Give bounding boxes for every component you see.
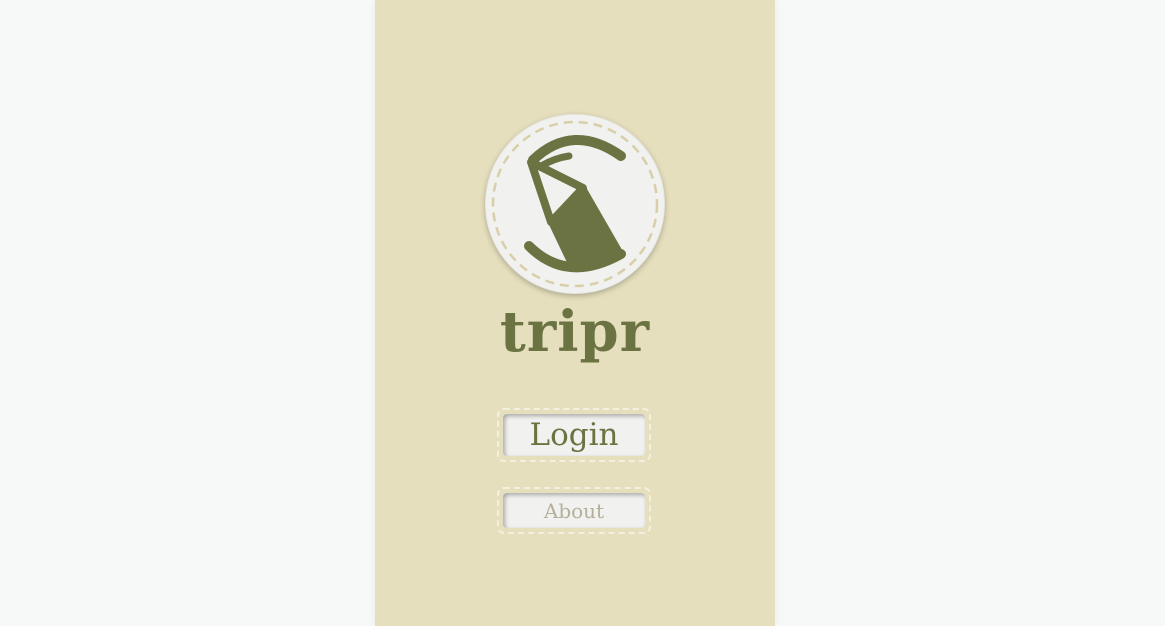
login-button-frame: Login (497, 408, 651, 462)
login-button[interactable]: Login (503, 414, 645, 456)
logo-badge (485, 114, 665, 294)
about-button-label: About (543, 498, 605, 523)
about-button-frame: About (497, 487, 651, 534)
app-panel: tripr Login About (375, 0, 775, 626)
folded-map-s-icon (491, 120, 659, 288)
login-button-label: Login (529, 416, 619, 453)
about-button[interactable]: About (503, 493, 645, 528)
app-title: tripr (499, 299, 651, 365)
